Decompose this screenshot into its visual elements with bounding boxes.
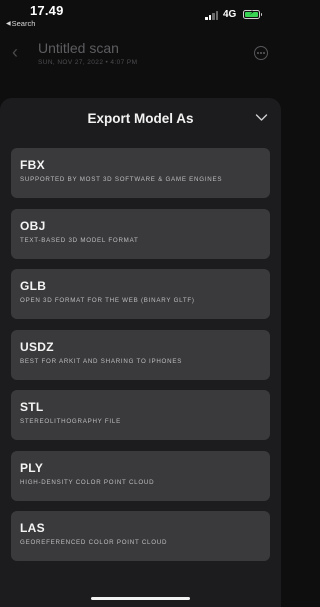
option-description: Georeferenced color point cloud	[20, 539, 168, 546]
option-name: STL	[20, 400, 44, 414]
battery-icon: ⚡	[243, 8, 262, 19]
status-bar: 17.49 ◀ Search 4G ⚡	[0, 0, 281, 32]
option-name: LAS	[20, 521, 45, 535]
option-description: Supported by most 3D software & game eng…	[20, 176, 223, 183]
chevron-down-icon[interactable]	[255, 113, 268, 122]
scan-date: SUN, NOV 27, 2022 • 4:07 PM	[38, 59, 138, 66]
export-option-fbx[interactable]: FBX Supported by most 3D software & game…	[11, 148, 270, 198]
option-description: Text-based 3D model format	[20, 236, 139, 244]
export-option-obj[interactable]: OBJ Text-based 3D model format	[11, 208, 270, 259]
cellular-signal-icon	[205, 11, 219, 20]
option-name: USDZ	[20, 339, 54, 354]
export-option-usdz[interactable]: USDZ Best for ARKit and sharing to iPhon…	[11, 329, 270, 380]
export-option-ply[interactable]: PLY High-density color point cloud	[11, 450, 270, 501]
chevron-left-icon[interactable]: ‹	[12, 42, 18, 63]
scan-title: Untitled scan	[38, 40, 119, 56]
option-name: PLY	[20, 460, 44, 475]
option-description: High-density color point cloud	[20, 478, 155, 486]
export-option-glb[interactable]: GLB Open 3D format for the web (binary g…	[11, 269, 270, 319]
back-arrow-icon: ◀	[6, 21, 11, 27]
network-type: 4G	[223, 9, 237, 20]
back-to-search-label: Search	[11, 19, 36, 28]
sheet-title: Export Model As	[87, 111, 194, 126]
option-description: Best for ARKit and sharing to iPhones	[20, 357, 183, 365]
export-option-stl[interactable]: STL Stereolithography file	[11, 390, 270, 440]
charging-bolt-icon: ⚡	[249, 8, 255, 17]
export-format-list: FBX Supported by most 3D software & game…	[11, 148, 270, 572]
home-indicator[interactable]	[91, 597, 190, 600]
back-to-search-link[interactable]: ◀ Search	[6, 19, 35, 28]
option-description: Stereolithography file	[20, 418, 121, 425]
screen: 17.49 ◀ Search 4G ⚡ ‹ Untitled scan SUN,…	[0, 0, 281, 607]
status-time: 17.49	[30, 3, 64, 18]
more-icon[interactable]	[254, 46, 268, 60]
option-name: OBJ	[20, 218, 46, 233]
option-name: GLB	[20, 279, 47, 293]
option-name: FBX	[20, 158, 45, 172]
export-sheet: Export Model As FBX Supported by most 3D…	[0, 98, 281, 607]
scan-header: ‹ Untitled scan SUN, NOV 27, 2022 • 4:07…	[0, 36, 281, 86]
export-option-las[interactable]: LAS Georeferenced color point cloud	[11, 511, 270, 561]
option-description: Open 3D format for the web (binary glTF)	[20, 297, 195, 304]
